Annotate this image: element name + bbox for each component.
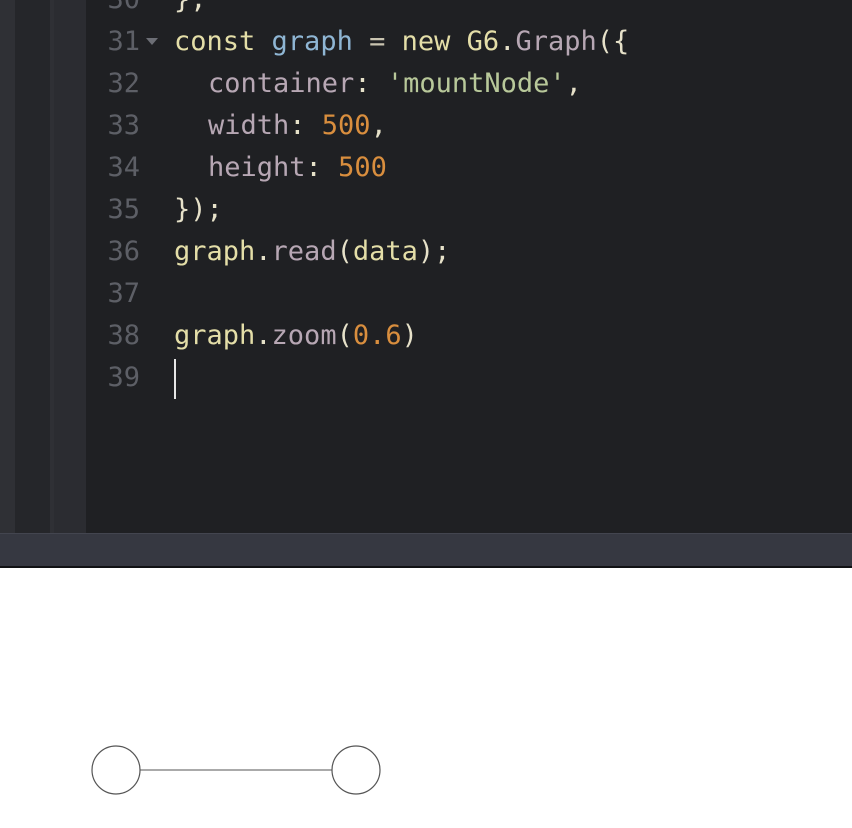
line-number: 39 xyxy=(107,362,140,393)
code-token: . xyxy=(255,320,272,351)
code-token: 500 xyxy=(321,110,371,141)
editor-status-bar xyxy=(0,533,852,567)
code-token: }); xyxy=(174,194,223,225)
code-text: width: 500, xyxy=(174,105,387,147)
code-token: graph xyxy=(174,236,256,267)
line-number: 34 xyxy=(107,152,140,183)
graph-canvas[interactable] xyxy=(0,568,852,828)
code-token: graph xyxy=(271,26,353,57)
line-number: 33 xyxy=(107,110,140,141)
code-token: : xyxy=(305,152,339,183)
code-token: new xyxy=(401,26,451,57)
code-line[interactable]: 39 xyxy=(0,357,852,399)
code-text: graph.zoom(0.6) xyxy=(174,315,418,357)
code-line[interactable]: 36 graph.read(data); xyxy=(0,231,852,273)
code-text: container: 'mountNode', xyxy=(174,63,582,105)
code-token: }; xyxy=(174,0,207,15)
code-token: ( xyxy=(336,320,353,351)
code-text: }; xyxy=(174,0,207,21)
code-token: width xyxy=(208,110,290,141)
code-token: container xyxy=(208,68,355,99)
code-token: . xyxy=(255,236,272,267)
code-line[interactable]: 35}); xyxy=(0,189,852,231)
code-token: ); xyxy=(417,236,451,267)
code-text: graph.read(data); xyxy=(174,231,450,273)
graph-node-right[interactable] xyxy=(331,745,381,795)
code-token: : xyxy=(289,110,322,141)
code-token: height xyxy=(208,152,306,183)
code-token: data xyxy=(352,236,418,267)
code-token: zoom xyxy=(271,320,337,351)
code-token: 500 xyxy=(338,152,387,183)
code-line[interactable]: 33 width: 500, xyxy=(0,105,852,147)
graph-preview[interactable] xyxy=(0,568,852,828)
code-line[interactable]: 38 graph.zoom(0.6) xyxy=(0,315,852,357)
code-line[interactable]: 31 const graph = new G6.Graph({ xyxy=(0,21,852,63)
graph-node-left[interactable] xyxy=(91,745,141,795)
line-number: 37 xyxy=(107,278,140,309)
code-line[interactable]: 37 xyxy=(0,273,852,315)
code-editor[interactable]: 30};31const graph = new G6.Graph({32cont… xyxy=(0,0,852,533)
code-text: height: 500 xyxy=(174,147,387,189)
line-number: 32 xyxy=(107,68,140,99)
code-token: = xyxy=(352,26,402,57)
line-number: 38 xyxy=(107,320,140,351)
code-token: ) xyxy=(401,320,418,351)
code-line[interactable]: 32 container: 'mountNode', xyxy=(0,63,852,105)
code-token: Graph xyxy=(515,26,597,57)
code-text: }); xyxy=(174,189,223,231)
code-line[interactable]: 34 height: 500 xyxy=(0,147,852,189)
code-token: graph xyxy=(174,320,256,351)
code-token: : xyxy=(354,68,387,99)
line-number: 35 xyxy=(107,194,140,225)
code-token: ( xyxy=(336,236,353,267)
code-text: const graph = new G6.Graph({ xyxy=(174,21,629,63)
line-number: 31 xyxy=(107,26,140,57)
line-number: 30 xyxy=(86,0,140,21)
code-token: ({ xyxy=(596,26,630,57)
code-token: , xyxy=(565,68,582,99)
code-token: , xyxy=(370,110,387,141)
code-token: . xyxy=(499,26,516,57)
code-token: 0.6 xyxy=(352,320,402,351)
text-cursor xyxy=(174,359,176,399)
fold-arrow-icon[interactable] xyxy=(146,38,158,45)
code-line[interactable]: 30}; xyxy=(0,0,852,21)
code-token: const xyxy=(174,26,256,57)
code-token: 'mountNode' xyxy=(386,68,566,99)
code-token: G6 xyxy=(450,26,500,57)
code-token: read xyxy=(271,236,337,267)
line-number: 36 xyxy=(107,236,140,267)
